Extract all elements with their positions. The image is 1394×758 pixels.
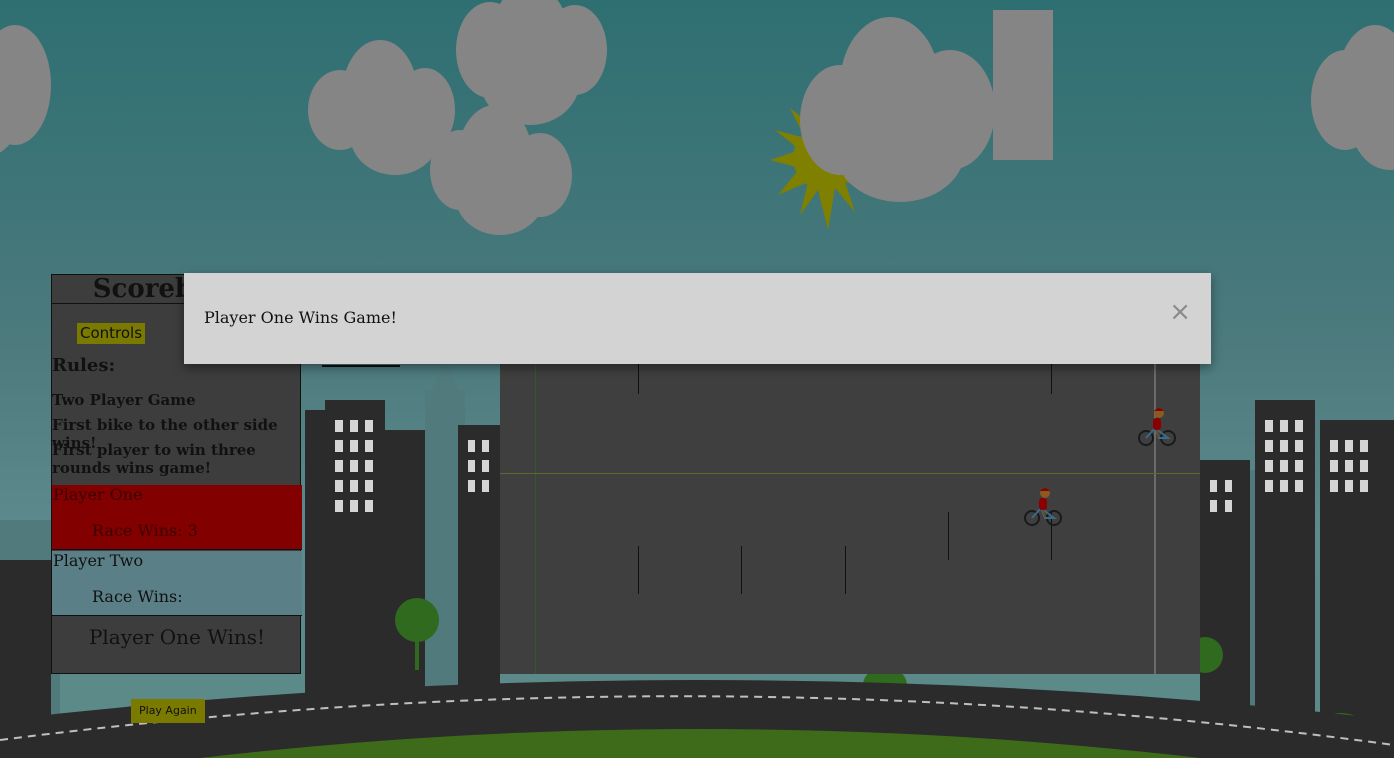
player-two-card: Player Two Race Wins: xyxy=(52,551,302,616)
race-track xyxy=(500,350,1200,674)
clouds xyxy=(0,0,1394,235)
track-obstacle xyxy=(741,546,742,594)
cyclist-icon xyxy=(1024,488,1062,526)
track-obstacle xyxy=(638,364,639,394)
rules-heading: Rules: xyxy=(52,355,116,376)
cloud-3 xyxy=(456,0,607,125)
win-modal: Player One Wins Game! × xyxy=(184,273,1211,364)
start-line xyxy=(535,350,536,674)
track-obstacle xyxy=(948,512,949,560)
rule-item: First player to win three rounds wins ga… xyxy=(52,441,256,477)
play-again-button[interactable]: Play Again xyxy=(131,699,205,723)
cloud-1 xyxy=(0,25,51,153)
track-obstacle xyxy=(1051,364,1052,394)
player-two-race-wins: Race Wins: xyxy=(92,587,183,606)
cloud-6 xyxy=(993,10,1053,160)
finish-line xyxy=(1154,350,1156,674)
player-two-name: Player Two xyxy=(53,551,144,570)
player-one-race-wins: Race Wins: 3 xyxy=(92,521,198,540)
modal-message: Player One Wins Game! xyxy=(204,308,397,327)
cyclist-icon xyxy=(1138,408,1176,446)
track-obstacle xyxy=(845,546,846,594)
controls-button[interactable]: Controls xyxy=(77,323,146,344)
player-one-name: Player One xyxy=(53,485,143,504)
close-icon[interactable]: × xyxy=(1169,297,1191,327)
lane-divider xyxy=(500,473,1200,474)
cloud-7 xyxy=(1311,25,1394,170)
winner-announcement: Player One Wins! xyxy=(88,625,266,649)
rule-item: Two Player Game xyxy=(52,391,196,409)
track-obstacle xyxy=(638,546,639,594)
player-one-card: Player One Race Wins: 3 xyxy=(52,485,302,550)
